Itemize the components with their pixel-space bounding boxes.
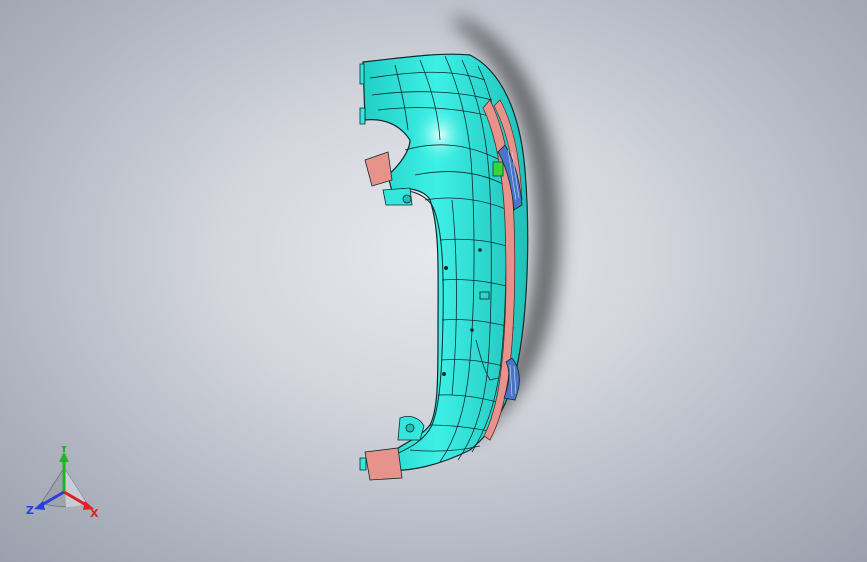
green-sensor	[492, 161, 504, 177]
triad-cone-shade	[64, 468, 86, 507]
bumper-model[interactable]	[0, 0, 867, 562]
x-axis-label: X	[90, 507, 99, 520]
orientation-triad[interactable]: Y X Z	[22, 446, 106, 522]
y-axis-label: Y	[59, 446, 69, 455]
surface-highlight	[412, 105, 468, 165]
z-axis-label: Z	[26, 504, 34, 517]
graphics-viewport[interactable]: Y X Z	[0, 0, 867, 562]
